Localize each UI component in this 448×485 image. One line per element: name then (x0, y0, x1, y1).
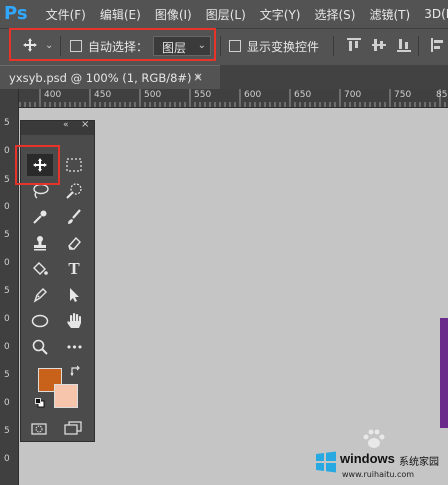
menu-3d[interactable]: 3D(D) (424, 7, 448, 21)
ruler-label: 85 (436, 90, 448, 100)
path-select-icon (70, 288, 79, 302)
eyedropper-tool[interactable] (27, 206, 53, 228)
eyedropper-icon (33, 210, 47, 224)
windows-logo-icon (316, 451, 336, 473)
ruler-label: 0 (4, 398, 10, 408)
close-icon[interactable]: × (81, 119, 89, 130)
options-highlight-box (9, 28, 216, 61)
ruler-label: 5 (4, 370, 10, 380)
marquee-icon (66, 158, 82, 172)
ruler-label: 700 (344, 90, 362, 100)
ruler-label: 550 (194, 90, 212, 100)
ruler-label: 750 (394, 90, 412, 100)
ruler-label: 650 (294, 90, 312, 100)
lasso-icon (33, 183, 49, 199)
document-tab-bar: yxsyb.psd @ 100% (1, RGB/8#) * × (0, 65, 448, 89)
show-transform-label: 显示变换控件 (247, 40, 320, 54)
align-left-icon[interactable] (430, 37, 444, 53)
menu-bar: Ps 文件(F) 编辑(E) 图像(I) 图层(L) 文字(Y) 选择(S) 滤… (0, 0, 448, 28)
default-colors-icon[interactable] (35, 398, 45, 408)
horizontal-ruler: 400 450 500 550 600 650 700 750 85 (18, 89, 448, 108)
divider (220, 36, 221, 56)
menu-filter[interactable]: 滤镜(T) (369, 6, 410, 23)
screen-mode-icon[interactable] (64, 421, 82, 435)
ellipse-icon (31, 314, 49, 328)
menu-image[interactable]: 图像(I) (155, 6, 192, 23)
paint-bucket-icon (33, 262, 48, 275)
watermark-logo: windows 系统家园 www.ruihaitu.com (312, 446, 448, 485)
ruler-label: 0 (4, 314, 10, 324)
swap-colors-icon[interactable] (70, 365, 82, 377)
quick-select-tool[interactable] (61, 180, 87, 202)
eraser-tool[interactable] (61, 232, 87, 254)
quick-mask-icon[interactable] (31, 423, 47, 435)
ruler-label: 0 (4, 146, 10, 156)
background-color-swatch[interactable] (54, 384, 78, 408)
ruler-corner[interactable] (0, 89, 18, 107)
align-bottom-icon[interactable] (397, 37, 411, 53)
ruler-ticks (19, 89, 446, 107)
more-tools[interactable]: ••• (61, 336, 87, 358)
collapse-icon[interactable]: « (63, 120, 69, 130)
image-content-edge (440, 318, 448, 428)
more-icon: ••• (65, 340, 83, 354)
watermark-suffix: 系统家园 (399, 457, 439, 468)
align-vcenter-icon[interactable] (372, 37, 386, 53)
type-tool[interactable]: T (61, 258, 87, 280)
brush-icon (68, 209, 81, 224)
ruler-label: 500 (144, 90, 162, 100)
menu-edit[interactable]: 编辑(E) (100, 6, 141, 23)
clone-stamp-tool[interactable] (27, 232, 53, 254)
ruler-label: 5 (4, 426, 10, 436)
eraser-icon (68, 236, 81, 250)
ruler-label: 600 (244, 90, 262, 100)
hand-tool[interactable] (61, 310, 87, 332)
ruler-label: 5 (4, 230, 10, 240)
divider (333, 36, 334, 56)
menu-layer[interactable]: 图层(L) (206, 6, 246, 23)
move-tool-highlight-box (15, 145, 60, 185)
menu-select[interactable]: 选择(S) (315, 6, 356, 23)
ruler-label: 5 (4, 286, 10, 296)
menu-type[interactable]: 文字(Y) (260, 6, 301, 23)
brush-tool[interactable] (61, 206, 87, 228)
stamp-icon (34, 236, 46, 251)
ruler-label: 0 (4, 258, 10, 268)
menu-file[interactable]: 文件(F) (46, 6, 86, 23)
ruler-label: 400 (44, 90, 62, 100)
show-transform-checkbox[interactable] (229, 40, 241, 52)
paint-bucket-tool[interactable] (27, 258, 53, 280)
pen-icon (33, 288, 47, 303)
watermark-url: www.ruihaitu.com (342, 470, 415, 479)
close-icon[interactable]: × (193, 70, 203, 84)
divider (418, 36, 419, 56)
zoom-tool[interactable] (27, 336, 53, 358)
ellipse-tool[interactable] (27, 310, 53, 332)
marquee-tool[interactable] (61, 154, 87, 176)
photoshop-logo: Ps (4, 3, 28, 24)
document-tab-title: yxsyb.psd @ 100% (1, RGB/8#) * (9, 71, 201, 85)
ruler-label: 5 (4, 175, 10, 185)
hand-icon (67, 313, 81, 328)
watermark-brand: windows (340, 451, 395, 466)
path-selection-tool[interactable] (61, 284, 87, 306)
ruler-label: 5 (4, 118, 10, 128)
zoom-icon (32, 339, 48, 355)
ruler-label: 0 (4, 454, 10, 464)
panel-header[interactable]: « × (21, 119, 94, 135)
ruler-label: 0 (4, 202, 10, 212)
quick-select-icon (66, 183, 82, 199)
align-top-icon[interactable] (347, 37, 361, 53)
ruler-label: 0 (4, 342, 10, 352)
text-icon: T (68, 259, 80, 278)
document-tab[interactable]: yxsyb.psd @ 100% (1, RGB/8#) * × (0, 65, 220, 89)
pen-tool[interactable] (27, 284, 53, 306)
ruler-label: 450 (94, 90, 112, 100)
